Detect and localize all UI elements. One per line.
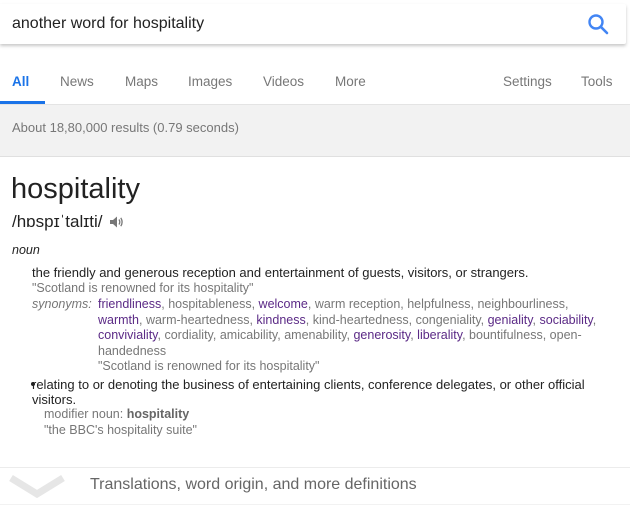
active-tab-indicator: [0, 101, 45, 104]
headword: hospitality: [11, 173, 140, 205]
tab-news[interactable]: News: [60, 74, 94, 89]
dictionary-card: hospitality /hɒspɪˈtalɪti/ noun the frie…: [0, 156, 630, 504]
tab-images[interactable]: Images: [188, 74, 232, 89]
synonyms-list: friendliness, hospitableness, welcome, w…: [98, 297, 597, 373]
header: All News Maps Images Videos More Setting…: [0, 0, 630, 105]
search-tabs: All News Maps Images Videos More Setting…: [0, 60, 630, 104]
synonym: cordiality: [164, 328, 213, 342]
synonym: warm reception: [314, 297, 401, 311]
part-of-speech: noun: [12, 243, 40, 257]
tab-videos[interactable]: Videos: [263, 74, 304, 89]
tab-more[interactable]: More: [335, 74, 366, 89]
modifier-label: modifier noun:: [44, 407, 124, 421]
definition-1: the friendly and generous reception and …: [32, 265, 529, 280]
definition-2-line2: visitors.: [32, 392, 77, 407]
search-input[interactable]: [0, 4, 560, 44]
more-definitions-link[interactable]: Translations, word origin, and more defi…: [90, 476, 417, 494]
synonym: kind-heartedness: [312, 312, 409, 327]
synonym[interactable]: kindness: [256, 313, 305, 327]
synonym: amenability: [284, 328, 347, 342]
synonym: bountifulness: [469, 328, 543, 342]
synonyms-example: "Scotland is renowned for its hospitalit…: [98, 359, 320, 373]
tab-tools[interactable]: Tools: [581, 74, 613, 89]
definition-2-example: "the BBC's hospitality suite": [44, 423, 197, 437]
tab-settings[interactable]: Settings: [503, 74, 552, 89]
synonym[interactable]: conviviality: [98, 328, 158, 342]
search-icon[interactable]: [586, 12, 610, 36]
synonym[interactable]: friendliness: [98, 297, 161, 311]
synonym: hospitableness: [168, 297, 252, 311]
synonyms-label: synonyms:: [32, 297, 92, 311]
definition-2-line1: relating to or denoting the business of …: [32, 377, 585, 392]
modifier-noun: modifier noun: hospitality: [44, 407, 189, 421]
pronunciation: /hɒspɪˈtalɪti/: [12, 212, 103, 231]
synonym[interactable]: generosity: [353, 328, 410, 342]
synonym[interactable]: liberality: [417, 328, 462, 342]
tab-maps[interactable]: Maps: [125, 74, 158, 89]
chevron-down-icon: [9, 475, 65, 499]
result-stats: About 18,80,000 results (0.79 seconds): [12, 120, 239, 135]
synonym[interactable]: welcome: [259, 297, 308, 311]
pronunciation-row: /hɒspɪˈtalɪti/: [12, 211, 124, 233]
synonym[interactable]: geniality: [488, 313, 533, 327]
synonym[interactable]: warmth: [98, 313, 139, 327]
synonym: warm-heartedness: [145, 312, 250, 327]
synonym: amicability: [219, 328, 278, 342]
modifier-word: hospitality: [126, 407, 190, 421]
tab-all[interactable]: All: [12, 74, 29, 89]
synonym: neighbourliness: [477, 297, 565, 311]
more-definitions-row[interactable]: Translations, word origin, and more defi…: [0, 467, 630, 505]
speaker-icon[interactable]: [108, 214, 124, 230]
synonym[interactable]: sociability: [540, 313, 593, 327]
definition-1-example: "Scotland is renowned for its hospitalit…: [32, 281, 254, 295]
synonym: helpfulness: [407, 297, 471, 311]
synonym: congeniality: [415, 312, 481, 327]
search-box: [0, 4, 626, 44]
